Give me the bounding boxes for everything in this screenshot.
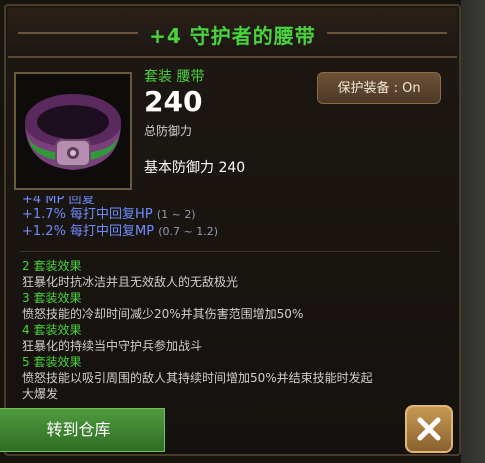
section-divider: [20, 251, 440, 252]
protect-equipment-button[interactable]: 保护装备 : On: [317, 72, 441, 104]
set-effect-title: 2 套装效果: [22, 259, 82, 273]
total-defense-label: 总防御力: [144, 124, 193, 138]
set-effect-desc: 狂暴化时抗冰洁并且无效敌人的无敌极光: [22, 275, 239, 289]
set-effect-title: 3 套装效果: [22, 291, 82, 305]
stat-line: +1.7% 每打中回复HP (1 ~ 2): [22, 206, 442, 223]
set-effects: 2 套装效果 狂暴化时抗冰洁并且无效敌人的无敌极光 3 套装效果 愤怒技能的冷却…: [22, 258, 452, 402]
window-edge: [461, 0, 485, 463]
stat-list: +4 MP 回复 +1.7% 每打中回复HP (1 ~ 2) +1.2% 每打中…: [22, 196, 442, 240]
set-effect-title: 4 套装效果: [22, 323, 82, 337]
set-effect-title: 5 套装效果: [22, 355, 82, 369]
stat-text: +1.7% 每打中回复HP: [22, 207, 153, 222]
close-icon: [417, 417, 441, 441]
total-defense-value: 240: [144, 85, 203, 118]
close-button[interactable]: [405, 405, 453, 453]
set-effect-desc: 狂暴化的持续当中守护兵参加战斗: [22, 339, 203, 353]
title-bar: +4 守护者的腰带: [8, 8, 457, 58]
item-icon-frame: [14, 72, 132, 190]
stat-range: (1 ~ 2): [156, 208, 196, 221]
belt-icon: [25, 94, 121, 170]
set-effect-desc: 愤怒技能以吸引周围的敌人其持续时间增加50%并结束技能时发起: [22, 371, 373, 385]
item-type-label: 套装 腰带: [144, 69, 205, 85]
set-effect-desc: 愤怒技能的冷却时间减少20%并其伤害范围增加50%: [22, 307, 304, 321]
base-defense: 基本防御力 240: [144, 160, 246, 176]
transfer-to-storage-button[interactable]: 转到仓库: [0, 408, 165, 452]
stat-line-cut: +4 MP 回复: [22, 196, 95, 206]
item-title: +4 守护者的腰带: [149, 24, 316, 48]
item-tooltip-panel: +4 守护者的腰带 套装 腰带 240 总防御力 基本防御力 240 保护装备 …: [0, 0, 485, 463]
stat-text: +1.2% 每打中回复MP: [22, 224, 155, 239]
set-effect-desc-extra: 大爆发: [22, 387, 59, 401]
stat-line: +1.2% 每打中回复MP (0.7 ~ 1.2): [22, 223, 442, 240]
stat-range: (0.7 ~ 1.2): [158, 225, 219, 238]
